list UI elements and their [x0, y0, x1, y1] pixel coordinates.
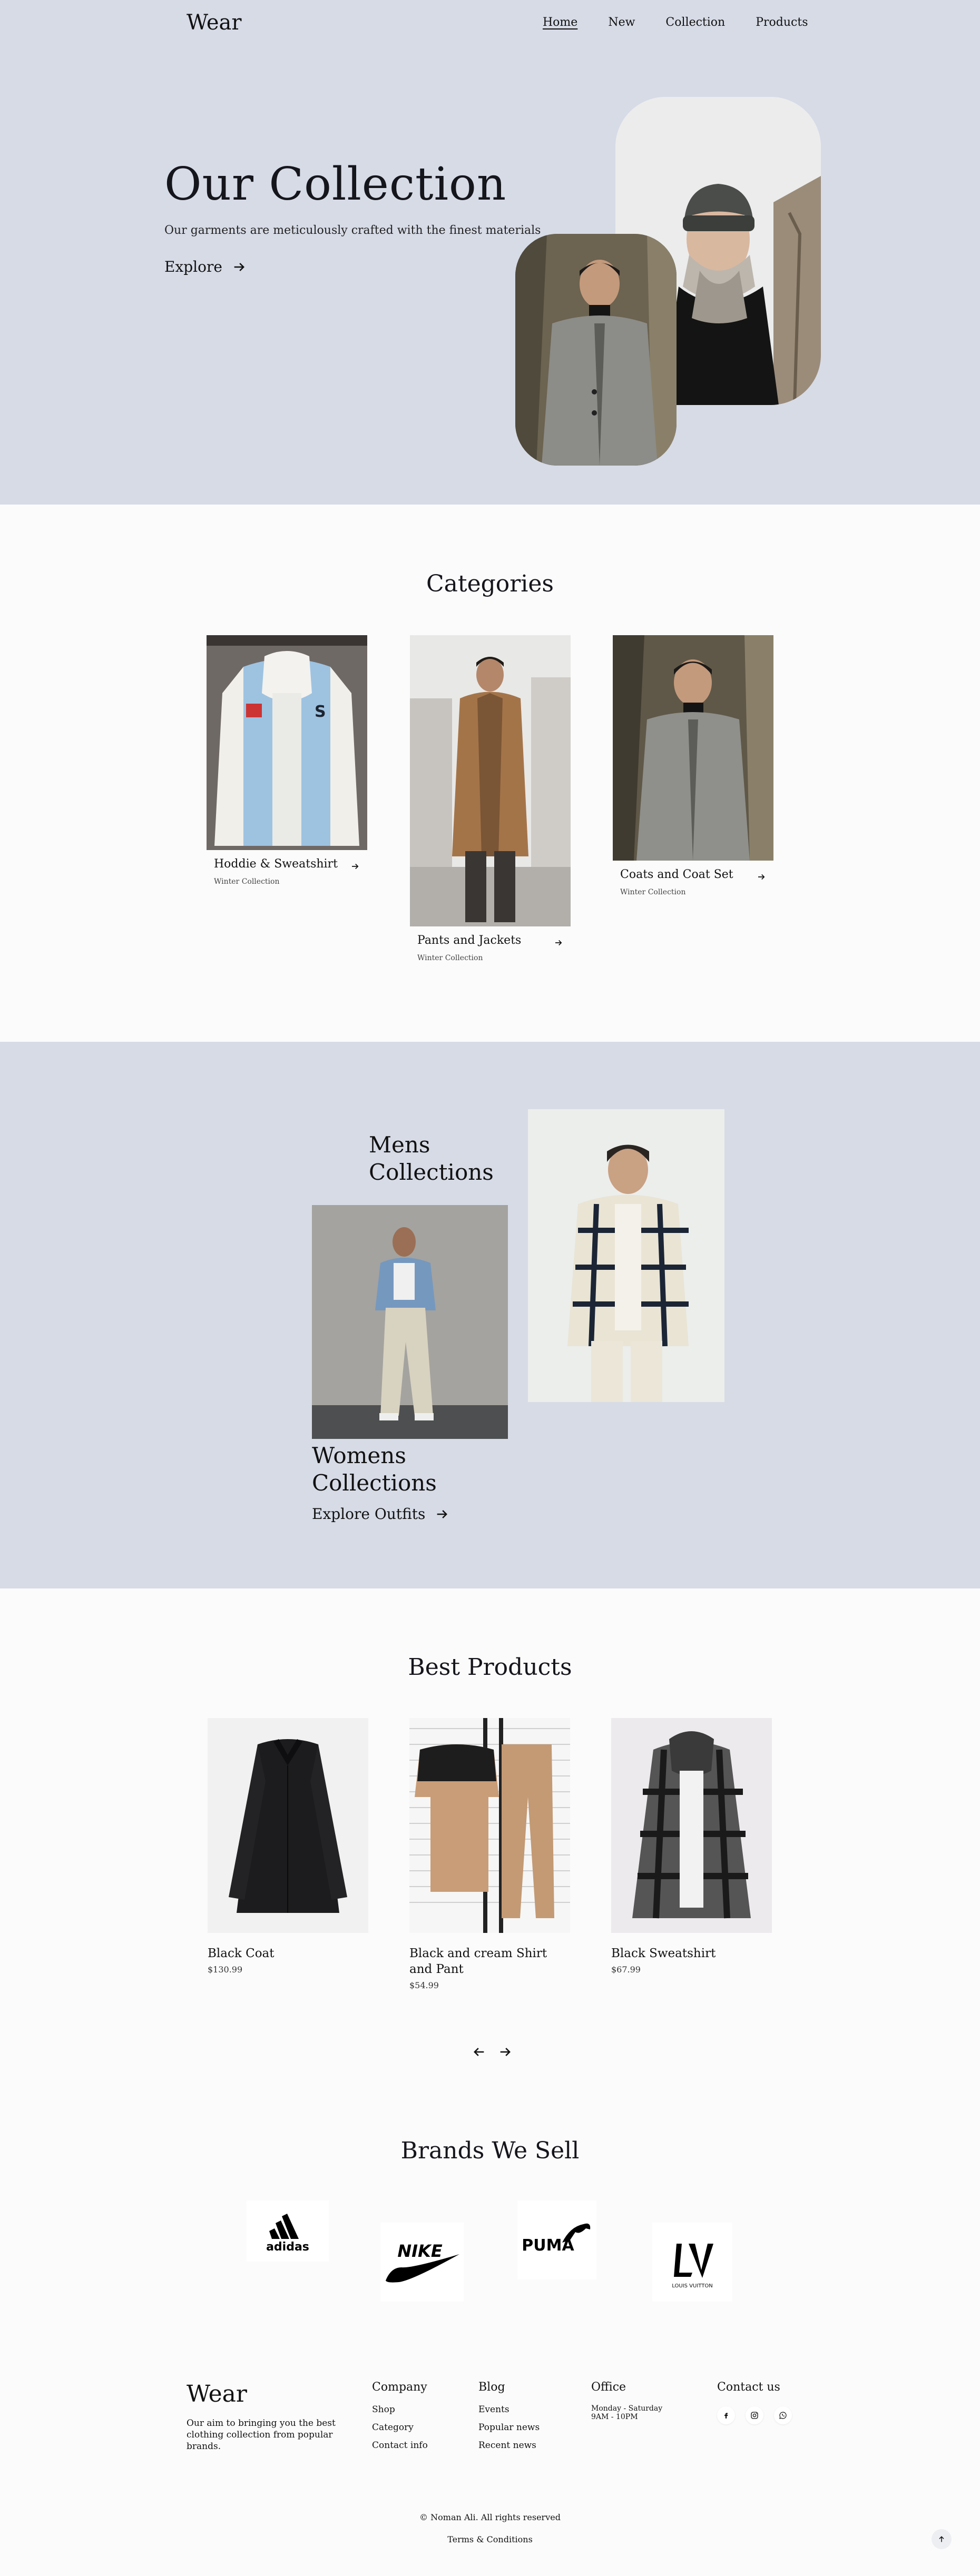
footer-blog-title: Blog	[478, 2381, 505, 2394]
brand-logo-adidas[interactable]: adidas	[247, 2200, 329, 2262]
footer-blog-column: Blog Events Popular news Recent news	[478, 2381, 540, 2458]
footer-contact-title: Contact us	[717, 2381, 780, 2394]
product-price: $54.99	[409, 1980, 439, 1990]
best-products-title: Best Products	[408, 1654, 572, 1681]
explore-button[interactable]: Explore	[164, 258, 247, 275]
product-image-black-coat	[208, 1718, 368, 1933]
nav-link-products[interactable]: Products	[756, 16, 808, 29]
mens-collections-title[interactable]: Mens Collections	[369, 1131, 494, 1186]
nav-links: Home New Collection Products	[543, 16, 839, 29]
brand-logo-puma[interactable]: PUMA	[517, 2200, 596, 2279]
explore-outfits-button[interactable]: Explore Outfits	[312, 1505, 449, 1523]
footer-link-recent-news[interactable]: Recent news	[478, 2440, 540, 2451]
category-image-coats	[613, 635, 773, 861]
svg-text:S: S	[315, 703, 326, 721]
brands-title: Brands We Sell	[400, 2137, 580, 2164]
category-subtitle: Winter Collection	[214, 877, 280, 886]
footer-logo[interactable]: Wear	[187, 2381, 247, 2407]
site-logo[interactable]: Wear	[187, 11, 242, 35]
footer-office-column: Office Monday - Saturday 9AM - 10PM	[591, 2381, 662, 2421]
category-image-hoodie: S	[207, 635, 367, 850]
explore-outfits-label: Explore Outfits	[312, 1505, 426, 1523]
category-name: Pants and Jackets	[417, 934, 522, 947]
categories-title: Categories	[426, 570, 554, 597]
footer-link-events[interactable]: Events	[478, 2404, 540, 2415]
product-price: $67.99	[611, 1965, 641, 1975]
arrow-right-icon[interactable]	[498, 2045, 513, 2059]
whatsapp-icon[interactable]	[774, 2406, 792, 2424]
product-carousel-controls	[472, 2045, 513, 2059]
footer-office-title: Office	[591, 2381, 626, 2394]
footer-link-category[interactable]: Category	[372, 2422, 428, 2433]
nav-link-home[interactable]: Home	[543, 16, 577, 29]
scroll-to-top-button[interactable]	[932, 2529, 952, 2549]
arrow-right-icon	[234, 262, 244, 271]
product-name: Black and cream Shirt and Pant	[409, 1947, 547, 1976]
nav-link-new[interactable]: New	[608, 16, 635, 29]
terms-link[interactable]: Terms & Conditions	[0, 2534, 980, 2544]
top-navbar: Wear Home New Collection Products	[0, 0, 980, 47]
category-info: Pants and Jackets Winter Collection	[410, 926, 571, 969]
category-info: Hoddie & Sweatshirt Winter Collection	[207, 850, 367, 892]
hero-subtitle: Our garments are meticulously crafted wi…	[164, 224, 541, 237]
category-card-pants-jackets[interactable]: Pants and Jackets Winter Collection	[410, 635, 571, 969]
arrow-right-icon[interactable]	[757, 872, 766, 882]
footer-link-contact-info[interactable]: Contact info	[372, 2440, 428, 2451]
category-card-hoodie[interactable]: S Hoddie & Sweatshirt Winter Collection	[207, 635, 367, 892]
office-hours: 9AM - 10PM	[591, 2413, 638, 2421]
womens-title-line1: Womens	[312, 1443, 406, 1468]
product-name: Black Sweatshirt	[611, 1947, 716, 1960]
category-subtitle: Winter Collection	[417, 954, 483, 962]
hero-title: Our Collection	[164, 158, 507, 211]
category-card-coats[interactable]: Coats and Coat Set Winter Collection	[613, 635, 773, 903]
explore-label: Explore	[164, 258, 222, 275]
womens-collection-image[interactable]	[312, 1205, 508, 1439]
brand-logo-nike[interactable]: NIKE	[380, 2223, 464, 2302]
instagram-icon[interactable]	[746, 2406, 763, 2424]
mens-title-line1: Mens	[369, 1132, 430, 1158]
product-image-shirt-pant	[409, 1718, 570, 1933]
social-links	[717, 2406, 792, 2424]
svg-text:NIKE: NIKE	[397, 2241, 442, 2261]
category-name: Hoddie & Sweatshirt	[214, 857, 338, 871]
category-info: Coats and Coat Set Winter Collection	[613, 861, 773, 903]
category-image-pants-jackets	[410, 635, 571, 926]
footer-aim-text: Our aim to bringing you the best clothin…	[187, 2418, 336, 2452]
product-price: $130.99	[208, 1965, 243, 1975]
category-name: Coats and Coat Set	[620, 868, 733, 881]
svg-text:adidas: adidas	[266, 2241, 309, 2254]
arrow-up-icon	[939, 2536, 944, 2542]
collections-section: Mens Collections Womens Collections Expl…	[0, 1042, 980, 1588]
office-days: Monday - Saturday	[591, 2404, 663, 2413]
footer-company-title: Company	[372, 2381, 427, 2394]
arrow-left-icon[interactable]	[472, 2045, 486, 2059]
footer-link-shop[interactable]: Shop	[372, 2404, 428, 2415]
arrow-right-icon[interactable]	[554, 938, 563, 948]
product-image-black-sweatshirt	[611, 1718, 772, 1933]
footer-company-column: Company Shop Category Contact info	[372, 2381, 428, 2458]
womens-collections-title[interactable]: Womens Collections	[312, 1442, 437, 1497]
mens-title-line2: Collections	[369, 1159, 494, 1185]
arrow-right-icon	[437, 1509, 448, 1518]
copyright-text: © Noman Ali. All rights reserved	[419, 2512, 561, 2522]
arrow-right-icon[interactable]	[350, 862, 360, 871]
product-name: Black Coat	[208, 1947, 275, 1960]
product-card-shirt-pant[interactable]: Black and cream Shirt and Pant $54.99	[409, 1718, 570, 1990]
category-subtitle: Winter Collection	[620, 888, 686, 896]
hero-section: Wear Home New Collection Products Our Co…	[0, 0, 980, 505]
product-card-black-coat[interactable]: Black Coat $130.99	[208, 1718, 368, 1975]
product-card-black-sweatshirt[interactable]: Black Sweatshirt $67.99	[611, 1718, 772, 1975]
footer-contact-column: Contact us	[717, 2381, 792, 2424]
facebook-icon[interactable]	[717, 2406, 735, 2424]
svg-text:LOUIS VUITTON: LOUIS VUITTON	[672, 2283, 712, 2289]
footer-link-popular-news[interactable]: Popular news	[478, 2422, 540, 2433]
nav-link-collection[interactable]: Collection	[665, 16, 725, 29]
brand-logo-louis-vuitton[interactable]: LOUIS VUITTON	[652, 2223, 732, 2302]
womens-title-line2: Collections	[312, 1470, 437, 1496]
hero-image-man	[515, 234, 677, 466]
mens-collection-image[interactable]	[528, 1109, 724, 1402]
